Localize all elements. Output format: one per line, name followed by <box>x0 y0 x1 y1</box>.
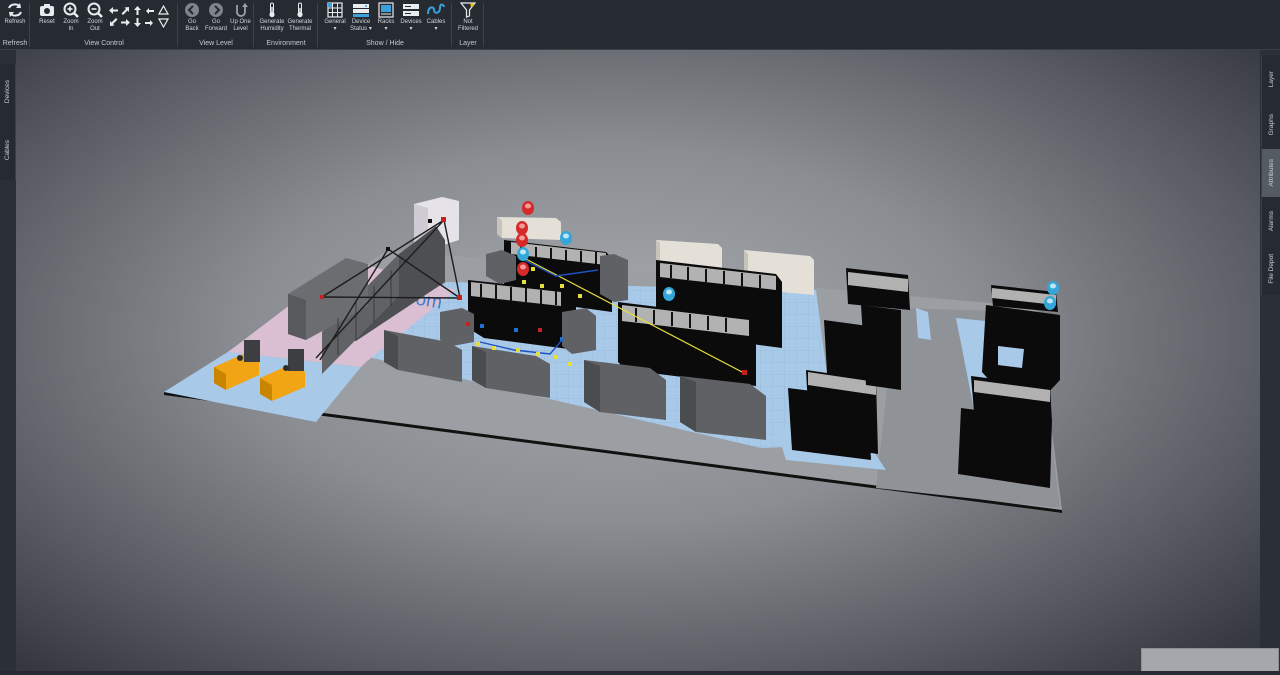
zoom-out-icon <box>87 2 103 18</box>
pan-down-icon[interactable] <box>132 17 143 28</box>
tilt-down-icon[interactable] <box>158 17 169 28</box>
tab-layer-label: Layer <box>1268 70 1275 88</box>
generate-thermal-button[interactable]: Generate Thermal <box>286 2 314 33</box>
up-one-level-label: Up One Level <box>230 19 251 32</box>
status-marker[interactable] <box>663 287 675 301</box>
alarm-marker[interactable] <box>517 262 529 276</box>
tab-alarms[interactable]: Alarms <box>1262 199 1280 243</box>
racks-dropdown[interactable]: Racks ▾ <box>374 2 398 33</box>
datacenter-scene[interactable]: Room <box>16 50 1260 671</box>
right-side-panel: Layer Graphs Attributes Alarms File Depo… <box>1261 55 1280 295</box>
cables-dropdown[interactable]: Cables ▾ <box>424 2 448 33</box>
beige-cabinet-row-1[interactable] <box>497 217 561 240</box>
environment-group: Generate Humidity Generate Thermal Envir… <box>254 0 318 49</box>
view-level-group-label: View Level <box>199 40 233 47</box>
zoom-in-label: Zoom In <box>63 19 79 32</box>
racks-label: Racks ▾ <box>377 19 395 32</box>
back-icon <box>185 3 199 17</box>
rack-icon <box>378 2 394 18</box>
camera-icon <box>40 4 54 16</box>
tilt-up-icon[interactable] <box>158 5 169 16</box>
pan-up-right-icon[interactable] <box>120 5 131 16</box>
generate-thermal-label: Generate Thermal <box>287 19 313 32</box>
tab-cables-label: Cables <box>4 139 11 161</box>
left-side-panel: Devices Cables <box>0 64 16 180</box>
status-marker[interactable] <box>517 247 529 261</box>
reset-button[interactable]: Reset <box>36 2 58 26</box>
rotate-left-icon[interactable] <box>144 5 155 16</box>
status-marker[interactable] <box>1047 281 1059 295</box>
go-back-label: Go Back <box>185 19 199 32</box>
zoom-out-button[interactable]: Zoom Out <box>84 2 106 33</box>
tab-devices-label: Devices <box>4 80 11 104</box>
tab-alarms-label: Alarms <box>1268 210 1275 232</box>
zoom-in-button[interactable]: Zoom In <box>60 2 82 33</box>
alarm-marker[interactable] <box>516 221 528 235</box>
show-hide-group: General ▾ Device Status ▾ Racks ▾ Device… <box>318 0 452 49</box>
forward-icon <box>209 3 223 17</box>
up-one-level-button[interactable]: Up One Level <box>228 2 253 33</box>
device-status-icon <box>353 4 369 17</box>
alarm-marker[interactable] <box>522 201 534 215</box>
status-marker[interactable] <box>1044 296 1056 310</box>
thermometer-icon <box>297 2 303 18</box>
show-hide-group-label: Show / Hide <box>366 40 404 47</box>
grid-icon <box>327 2 343 18</box>
view-control-group-label: View Control <box>84 40 124 47</box>
tab-file-depot-label: File Depot <box>1268 254 1275 284</box>
refresh-button[interactable]: Refresh <box>3 2 27 26</box>
cables-label: Cables ▾ <box>426 19 446 32</box>
device-status-label: Device Status ▾ <box>350 19 372 32</box>
pan-left-icon[interactable] <box>108 5 119 16</box>
thermometer-icon <box>269 2 275 18</box>
pan-right-icon[interactable] <box>120 17 131 28</box>
pan-up-icon[interactable] <box>132 5 143 16</box>
cable-icon <box>427 3 445 15</box>
refresh-icon <box>8 3 22 17</box>
refresh-group: Refresh Refresh <box>0 0 30 49</box>
devices-dropdown[interactable]: Devices ▾ <box>398 2 424 33</box>
tab-cables[interactable]: Cables <box>0 122 15 178</box>
view-control-group: Reset Zoom In Zoom Out View Control <box>30 0 178 49</box>
pan-down-left-icon[interactable] <box>108 17 119 28</box>
tab-devices[interactable]: Devices <box>0 66 15 118</box>
environment-group-label: Environment <box>266 40 306 47</box>
not-filtered-button[interactable]: Not Filtered <box>454 2 482 33</box>
refresh-label: Refresh <box>4 19 26 25</box>
device-status-dropdown[interactable]: Device Status ▾ <box>348 2 374 33</box>
bottom-bar <box>0 671 1280 675</box>
up-level-icon <box>235 3 248 17</box>
tab-layer[interactable]: Layer <box>1262 57 1280 101</box>
filter-icon <box>459 2 477 18</box>
view-level-group: Go Back Go Forward Up One Level View Lev… <box>178 0 254 49</box>
ribbon-toolbar: Refresh Refresh Reset Zoom In Zoom Out V… <box>0 0 1280 50</box>
reset-label: Reset <box>39 19 55 25</box>
general-label: General ▾ <box>324 19 346 32</box>
go-back-button[interactable]: Go Back <box>181 2 203 33</box>
tab-attributes-label: Attributes <box>1268 159 1275 187</box>
tab-attributes[interactable]: Attributes <box>1262 149 1280 197</box>
alarm-marker[interactable] <box>516 233 528 247</box>
layer-group: Not Filtered Layer <box>452 0 484 49</box>
tab-graphs-label: Graphs <box>1268 114 1275 136</box>
status-marker[interactable] <box>560 231 572 245</box>
tab-graphs[interactable]: Graphs <box>1262 103 1280 147</box>
rotate-right-icon[interactable] <box>144 17 155 28</box>
refresh-group-label: Refresh <box>2 40 28 47</box>
tab-file-depot[interactable]: File Depot <box>1262 245 1280 293</box>
devices-label: Devices ▾ <box>400 19 422 32</box>
go-forward-button[interactable]: Go Forward <box>203 2 229 33</box>
zoom-in-icon <box>63 2 79 18</box>
generate-humidity-label: Generate Humidity <box>259 19 285 32</box>
not-filtered-label: Not Filtered <box>457 19 478 32</box>
general-dropdown[interactable]: General ▾ <box>322 2 348 33</box>
3d-viewport[interactable]: Room <box>16 50 1260 671</box>
zoom-out-label: Zoom Out <box>87 19 103 32</box>
generate-humidity-button[interactable]: Generate Humidity <box>258 2 286 33</box>
server-icon <box>403 4 419 16</box>
layer-group-label: Layer <box>459 40 477 47</box>
go-forward-label: Go Forward <box>204 19 227 32</box>
